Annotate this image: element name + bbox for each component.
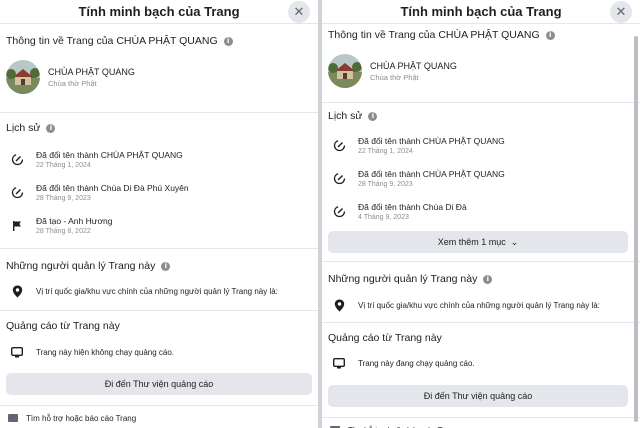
footer-section: Tìm hỗ trợ hoặc báo cáo Trang	[322, 418, 640, 428]
history-item-date: 22 Tháng 1, 2024	[36, 162, 91, 169]
ads-section: Quảng cáo từ Trang này Trang này đang ch…	[322, 323, 640, 407]
managers-title-text: Những người quản lý Trang này	[328, 273, 478, 285]
history-item: Đã đổi tên thành Chùa Di Đà Phú Xuyên 28…	[6, 176, 312, 209]
ads-status-row: Trang này đang chạy quảng cáo.	[328, 350, 628, 376]
history-item-date: 4 Tháng 9, 2023	[358, 214, 409, 221]
close-icon[interactable]: ✕	[616, 4, 627, 20]
ad-library-button[interactable]: Đi đến Thư viện quảng cáo	[6, 373, 312, 395]
history-item-title: Đã đổi tên thành CHÙA PHẬT QUANG	[36, 150, 183, 160]
managers-title-text: Những người quản lý Trang này	[6, 260, 156, 272]
close-button[interactable]: ✕	[288, 1, 310, 23]
ads-status-text: Trang này đang chạy quảng cáo.	[358, 358, 475, 368]
footer-section: Tìm hỗ trợ hoặc báo cáo Trang	[0, 406, 318, 425]
history-item-date: 28 Tháng 8, 2022	[36, 228, 91, 235]
rename-icon	[10, 153, 24, 167]
close-icon[interactable]: ✕	[294, 4, 305, 20]
history-title-text: Lịch sử	[328, 110, 363, 122]
transparency-dialog-right: Tính minh bạch của Trang ✕ Thông tin về …	[322, 0, 640, 428]
info-icon[interactable]: i	[545, 30, 555, 40]
report-link[interactable]: Tìm hỗ trợ hoặc báo cáo Trang	[26, 414, 136, 423]
history-list: Đã đổi tên thành CHÙA PHẬT QUANG 22 Thán…	[6, 143, 312, 242]
history-item: Đã tạo - Anh Hương 28 Tháng 8, 2022	[6, 209, 312, 242]
page-name[interactable]: CHÙA PHẬT QUANG	[370, 61, 457, 71]
report-row[interactable]: Tìm hỗ trợ hoặc báo cáo Trang	[6, 411, 312, 425]
manager-location-text: Vị trí quốc gia/khu vực chính của những …	[358, 300, 600, 310]
managers-title: Những người quản lý Trang này i	[6, 257, 312, 275]
history-item-date: 28 Tháng 9, 2023	[36, 195, 91, 202]
history-item-title: Đã đổi tên thành Chùa Di Đà	[358, 202, 467, 212]
history-item-title: Đã đổi tên thành Chùa Di Đà Phú Xuyên	[36, 183, 189, 193]
page-info-title: Thông tin về Trang của CHÙA PHẬT QUANG i	[6, 32, 312, 50]
dialog-title: Tính minh bạch của Trang	[400, 4, 562, 19]
managers-section: Những người quản lý Trang này i Vị trí q…	[322, 262, 640, 318]
page-info-title-text: Thông tin về Trang của CHÙA PHẬT QUANG	[328, 29, 540, 41]
location-pin-icon	[332, 298, 346, 312]
ads-status-text: Trang này hiện không chạy quảng cáo.	[36, 347, 175, 357]
rename-icon	[10, 186, 24, 200]
info-icon[interactable]: i	[161, 261, 171, 271]
info-icon[interactable]: i	[223, 36, 233, 46]
page-profile-row[interactable]: CHÙA PHẬT QUANG Chùa thờ Phật	[6, 56, 312, 98]
page-info-title-text: Thông tin về Trang của CHÙA PHẬT QUANG	[6, 35, 218, 47]
managers-title: Những người quản lý Trang này i	[328, 270, 628, 288]
page-info-section: Thông tin về Trang của CHÙA PHẬT QUANG i	[322, 24, 640, 92]
report-row[interactable]: Tìm hỗ trợ hoặc báo cáo Trang	[328, 423, 634, 428]
rename-icon	[332, 172, 346, 186]
history-item: Đã đổi tên thành CHÙA PHẬT QUANG 22 Thán…	[328, 129, 628, 162]
history-item-date: 28 Tháng 9, 2023	[358, 181, 413, 188]
info-icon[interactable]: i	[368, 111, 378, 121]
history-item-title: Đã đổi tên thành CHÙA PHẬT QUANG	[358, 136, 505, 146]
ads-title: Quảng cáo từ Trang này	[6, 320, 120, 332]
rename-icon	[332, 205, 346, 219]
ads-status-row: Trang này hiện không chạy quảng cáo.	[6, 339, 312, 365]
history-section: Lịch sử i Đã đổi tên thành CHÙA PHẬT QUA…	[0, 113, 318, 242]
dialog-header: Tính minh bạch của Trang ✕	[322, 0, 640, 24]
see-more-label[interactable]: Xem thêm 1 mục	[438, 237, 506, 247]
flag-icon	[10, 219, 24, 233]
dialog-header: Tính minh bạch của Trang ✕	[0, 0, 318, 24]
history-item-title: Đã tạo - Anh Hương	[36, 216, 113, 226]
manager-location-row: Vị trí quốc gia/khu vực chính của những …	[6, 278, 312, 304]
history-item-date: 22 Tháng 1, 2024	[358, 148, 413, 155]
see-more-button[interactable]: Xem thêm 1 mục ⌄	[328, 231, 628, 253]
info-icon[interactable]: i	[46, 123, 56, 133]
history-title-text: Lịch sử	[6, 122, 41, 134]
dialog-title: Tính minh bạch của Trang	[78, 4, 240, 19]
managers-section: Những người quản lý Trang này i Vị trí q…	[0, 249, 318, 304]
manager-location-text: Vị trí quốc gia/khu vực chính của những …	[36, 286, 278, 296]
history-item: Đã đổi tên thành CHÙA PHẬT QUANG 22 Thán…	[6, 143, 312, 176]
ads-section: Quảng cáo từ Trang này Trang này hiện kh…	[0, 311, 318, 395]
ad-library-button[interactable]: Đi đến Thư viện quảng cáo	[328, 385, 628, 407]
history-list: Đã đổi tên thành CHÙA PHẬT QUANG 22 Thán…	[328, 129, 628, 228]
history-item: Đã đổi tên thành Chùa Di Đà 4 Tháng 9, 2…	[328, 195, 628, 228]
history-title: Lịch sử i	[328, 107, 628, 125]
history-section: Lịch sử i Đã đổi tên thành CHÙA PHẬT QUA…	[322, 103, 640, 253]
page-profile-row[interactable]: CHÙA PHẬT QUANG Chùa thờ Phật	[328, 50, 628, 92]
screenshot-stage: Tính minh bạch của Trang ✕ Thông tin về …	[0, 0, 640, 428]
report-icon	[8, 414, 18, 422]
ads-title: Quảng cáo từ Trang này	[328, 332, 442, 344]
page-category: Chùa thờ Phật	[48, 78, 97, 88]
manager-location-row: Vị trí quốc gia/khu vực chính của những …	[328, 292, 628, 318]
transparency-dialog-left: Tính minh bạch của Trang ✕ Thông tin về …	[0, 0, 318, 428]
location-pin-icon	[10, 284, 24, 298]
chevron-down-icon[interactable]: ⌄	[511, 237, 519, 248]
page-info-section: Thông tin về Trang của CHÙA PHẬT QUANG i	[0, 24, 318, 98]
scrollbar[interactable]	[634, 36, 638, 422]
page-avatar[interactable]	[328, 54, 362, 88]
ad-monitor-icon	[332, 356, 346, 370]
page-info-title: Thông tin về Trang của CHÙA PHẬT QUANG i	[328, 26, 628, 44]
rename-icon	[332, 139, 346, 153]
page-category: Chùa thờ Phật	[370, 72, 419, 82]
page-name[interactable]: CHÙA PHẬT QUANG	[48, 67, 135, 77]
history-title: Lịch sử i	[6, 119, 312, 137]
history-item-title: Đã đổi tên thành CHÙA PHẬT QUANG	[358, 169, 505, 179]
history-item: Đã đổi tên thành CHÙA PHẬT QUANG 28 Thán…	[328, 162, 628, 195]
ad-monitor-icon	[10, 345, 24, 359]
info-icon[interactable]: i	[483, 274, 493, 284]
page-avatar[interactable]	[6, 60, 40, 94]
close-button[interactable]: ✕	[610, 1, 632, 23]
